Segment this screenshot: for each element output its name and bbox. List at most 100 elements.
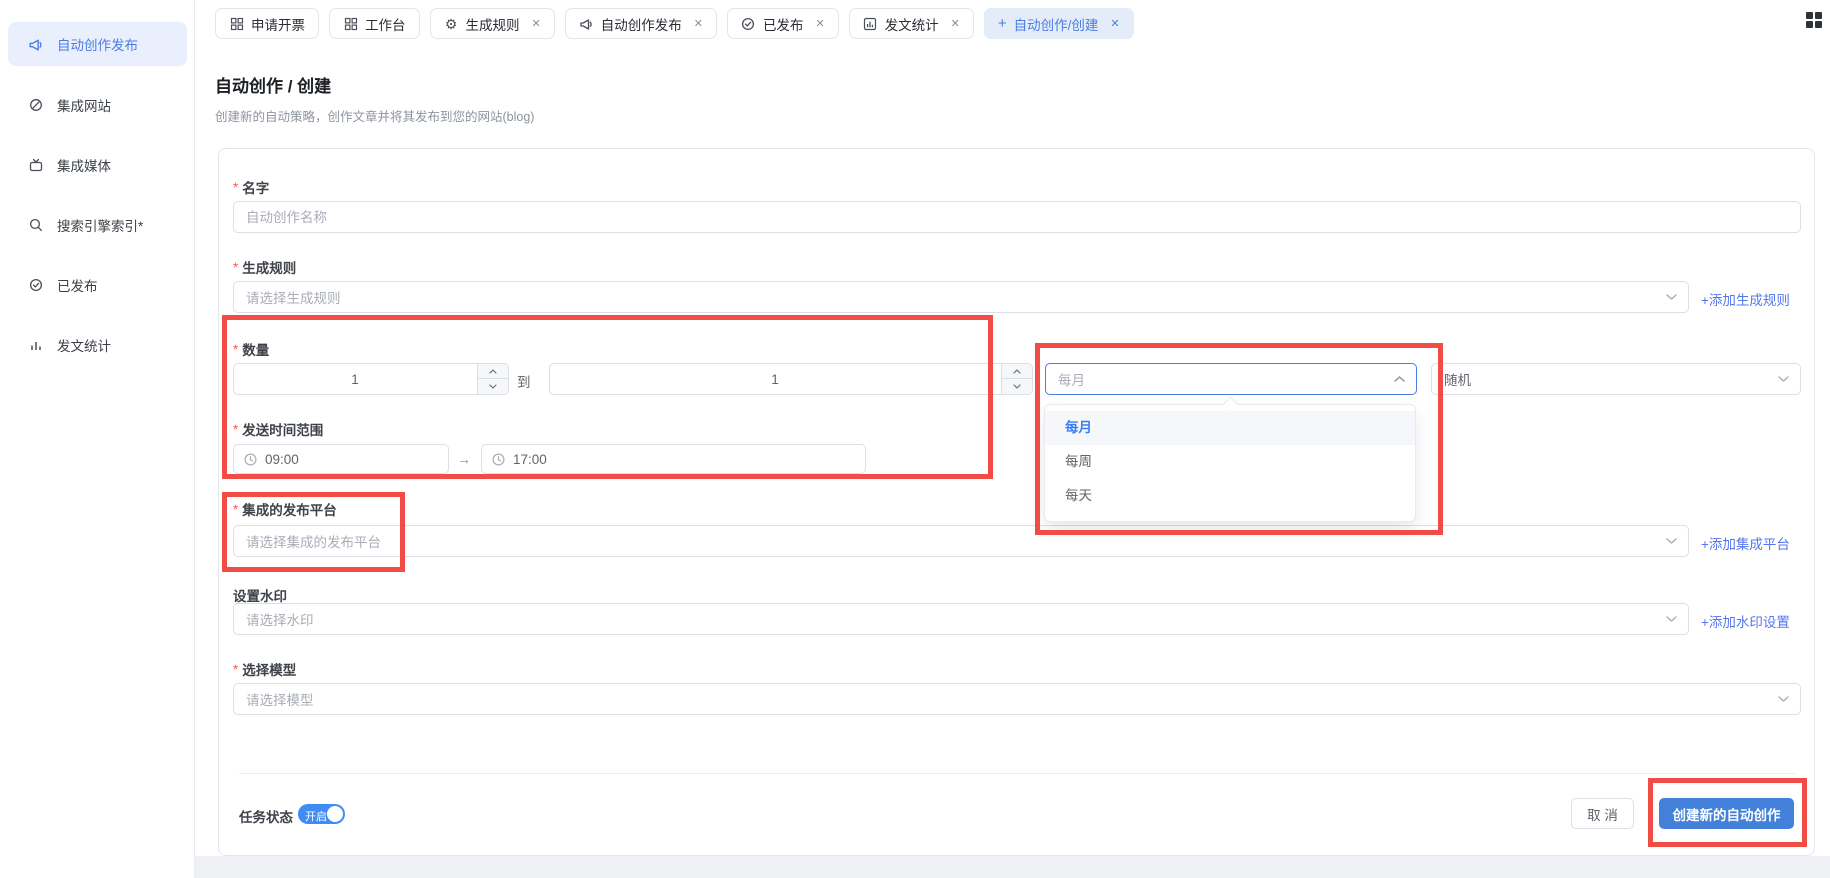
- watermark-label: 设置水印: [233, 585, 287, 605]
- to-label: 到: [517, 371, 531, 391]
- quantity-from-stepper: [477, 364, 508, 394]
- plus-icon: +: [998, 15, 1007, 32]
- frequency-option-monthly[interactable]: 每月: [1045, 411, 1415, 445]
- platform-select[interactable]: 请选择集成的发布平台: [233, 525, 1689, 557]
- create-auto-creation-button[interactable]: 创建新的自动创作: [1659, 798, 1794, 829]
- required-mark: *: [233, 422, 238, 437]
- tab-bar: 申请开票 工作台 ⚙ 生成规则 ✕ 自动创作发布 ✕ 已发布 ✕: [215, 8, 1134, 39]
- footer-divider: [239, 773, 1797, 774]
- check-circle-icon: [28, 278, 43, 293]
- close-icon[interactable]: ✕: [532, 17, 541, 30]
- name-input[interactable]: [234, 202, 1800, 232]
- close-icon[interactable]: ✕: [951, 17, 960, 30]
- name-label: * 名字: [233, 177, 269, 197]
- chevron-down-icon: [1778, 376, 1789, 382]
- watermark-select[interactable]: 请选择水印: [233, 603, 1689, 635]
- chevron-down-icon: [1666, 616, 1677, 622]
- sidebar-item-post-statistics[interactable]: 发文统计: [8, 323, 187, 367]
- rule-select[interactable]: 请选择生成规则: [233, 281, 1689, 313]
- time-start-input[interactable]: 09:00: [233, 444, 449, 474]
- tab-label: 已发布: [763, 14, 804, 34]
- model-select[interactable]: 请选择模型: [233, 683, 1801, 715]
- frequency-dropdown: 每月 每周 每天: [1044, 404, 1416, 522]
- required-mark: *: [233, 662, 238, 677]
- gear-icon: ⚙: [444, 16, 459, 31]
- close-icon[interactable]: ✕: [815, 17, 824, 30]
- tab-auto-create-publish[interactable]: 自动创作发布 ✕: [565, 8, 717, 39]
- page-background-strip: [195, 856, 1830, 878]
- task-status-label: 任务状态: [239, 806, 293, 826]
- sidebar-item-label: 已发布: [57, 275, 98, 295]
- tab-label: 发文统计: [885, 14, 939, 34]
- tab-label: 自动创作/创建: [1014, 14, 1099, 34]
- platform-label: * 集成的发布平台: [233, 499, 337, 519]
- bar-chart-icon: [863, 16, 878, 31]
- tab-label: 生成规则: [466, 14, 520, 34]
- cancel-button[interactable]: 取 消: [1571, 798, 1634, 829]
- search-icon: [28, 218, 43, 233]
- step-down-icon[interactable]: [1002, 379, 1032, 394]
- sidebar-item-label: 集成网站: [57, 95, 111, 115]
- sidebar-item-auto-create-publish[interactable]: 自动创作发布: [8, 22, 187, 66]
- add-platform-link[interactable]: +添加集成平台: [1701, 533, 1790, 553]
- time-start-value: 09:00: [265, 452, 299, 467]
- random-select[interactable]: 随机: [1431, 363, 1801, 395]
- quantity-to-input[interactable]: [550, 364, 1000, 394]
- platform-placeholder: 请选择集成的发布平台: [246, 531, 381, 551]
- sidebar-item-published[interactable]: 已发布: [8, 263, 187, 307]
- check-circle-icon: [741, 16, 756, 31]
- bar-chart-icon: [28, 338, 43, 353]
- page-subtitle: 创建新的自动策略，创作文章并将其发布到您的网站(blog): [215, 106, 534, 125]
- step-down-icon[interactable]: [478, 379, 508, 394]
- step-up-icon[interactable]: [478, 364, 508, 379]
- time-end-value: 17:00: [513, 452, 547, 467]
- random-value: 随机: [1444, 369, 1471, 389]
- rule-label: * 生成规则: [233, 257, 296, 277]
- task-status-toggle[interactable]: 开启: [298, 804, 345, 824]
- frequency-value: 每月: [1058, 369, 1085, 389]
- sidebar-item-integrated-websites[interactable]: 集成网站: [8, 83, 187, 127]
- apps-grid-icon[interactable]: [1806, 12, 1822, 28]
- required-mark: *: [233, 260, 238, 275]
- tab-workbench[interactable]: 工作台: [329, 8, 420, 39]
- tab-published[interactable]: 已发布 ✕: [727, 8, 839, 39]
- tab-auto-create-new[interactable]: + 自动创作/创建 ✕: [984, 8, 1134, 39]
- arrow-right-icon: →: [457, 451, 471, 467]
- tab-generation-rules[interactable]: ⚙ 生成规则 ✕: [430, 8, 555, 39]
- page-title: 自动创作 / 创建: [215, 72, 331, 97]
- toggle-knob: [327, 806, 343, 822]
- app-window: 自动创作发布 集成网站 集成媒体 搜索引擎索引* 已发布: [0, 0, 1830, 878]
- grid-icon: [343, 16, 358, 31]
- megaphone-icon: [579, 16, 594, 31]
- add-watermark-link[interactable]: +添加水印设置: [1701, 611, 1790, 631]
- add-rule-link[interactable]: +添加生成规则: [1701, 289, 1790, 309]
- frequency-option-weekly[interactable]: 每周: [1045, 445, 1415, 479]
- sidebar-item-label: 集成媒体: [57, 155, 111, 175]
- step-up-icon[interactable]: [1002, 364, 1032, 379]
- sidebar-item-integrated-media[interactable]: 集成媒体: [8, 143, 187, 187]
- quantity-label: * 数量: [233, 339, 269, 359]
- required-mark: *: [233, 502, 238, 517]
- quantity-from-wrap: [233, 363, 509, 395]
- quantity-to-stepper: [1001, 364, 1032, 394]
- chevron-down-icon: [1666, 538, 1677, 544]
- link-icon: [28, 98, 43, 113]
- grid-icon: [229, 16, 244, 31]
- sidebar-item-label: 搜索引擎索引*: [57, 215, 143, 235]
- frequency-option-daily[interactable]: 每天: [1045, 479, 1415, 513]
- sidebar-item-search-engine-index[interactable]: 搜索引擎索引*: [8, 203, 187, 247]
- tab-post-statistics[interactable]: 发文统计 ✕: [849, 8, 974, 39]
- time-range-label: * 发送时间范围: [233, 419, 323, 439]
- clock-icon: [492, 453, 505, 466]
- megaphone-icon: [28, 37, 43, 52]
- rule-placeholder: 请选择生成规则: [246, 287, 341, 307]
- quantity-from-input[interactable]: [234, 364, 476, 394]
- clock-icon: [244, 453, 257, 466]
- time-end-input[interactable]: 17:00: [481, 444, 866, 474]
- frequency-select[interactable]: 每月: [1045, 363, 1417, 395]
- tab-apply-invoice[interactable]: 申请开票: [215, 8, 319, 39]
- close-icon[interactable]: ✕: [694, 17, 703, 30]
- chevron-down-icon: [1666, 294, 1677, 300]
- close-icon[interactable]: ✕: [1110, 17, 1119, 30]
- name-input-wrap: [233, 201, 1801, 233]
